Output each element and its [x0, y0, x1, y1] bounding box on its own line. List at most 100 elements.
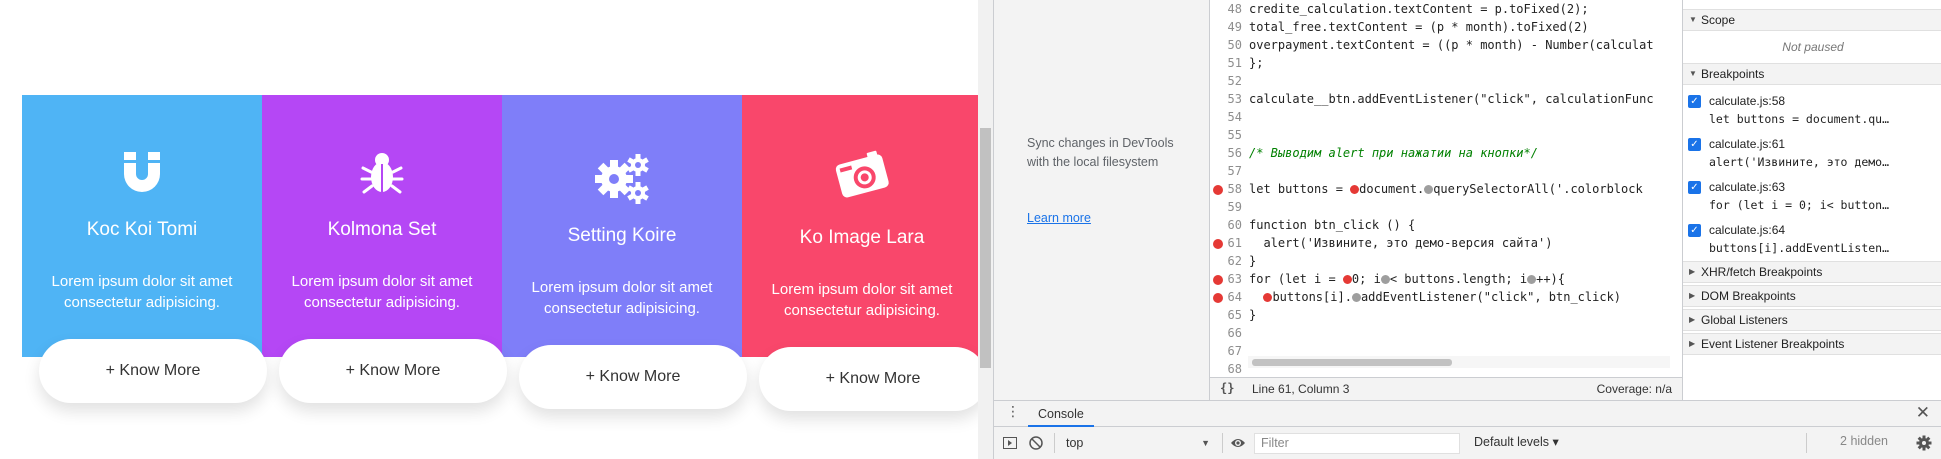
line-number[interactable]: 53	[1210, 90, 1242, 108]
breakpoint-checkbox[interactable]: ✓	[1688, 95, 1701, 108]
scope-section-header[interactable]: ▼ Scope	[1683, 9, 1941, 31]
line-number[interactable]: 67	[1210, 342, 1242, 360]
breakpoint-checkbox[interactable]: ✓	[1688, 224, 1701, 237]
feature-card-2: Kolmona Set Lorem ipsum dolor sit amet c…	[262, 95, 502, 357]
inline-breakpoint-icon[interactable]	[1424, 185, 1434, 194]
code-line[interactable]: 50 overpayment.textContent = ((p * month)…	[1210, 36, 1682, 54]
code-line[interactable]: 62}	[1210, 252, 1682, 270]
editor-hscroll-thumb[interactable]	[1252, 359, 1452, 366]
line-number[interactable]: 62	[1210, 252, 1242, 270]
breakpoint-location: calculate.js:58	[1709, 94, 1786, 108]
clear-console-icon[interactable]	[1028, 435, 1044, 451]
console-toolbar: top ▼ Filter Default levels ▾ 2 hidden	[994, 427, 1941, 459]
code-line[interactable]: 58 let buttons = document. querySelectorAl…	[1210, 180, 1682, 198]
section-label: Breakpoints	[1701, 67, 1765, 81]
code-line[interactable]: 57	[1210, 162, 1682, 180]
page-scrollbar-thumb[interactable]	[980, 128, 991, 368]
code-line[interactable]: 52	[1210, 72, 1682, 90]
filesystem-panel: Sync changes in DevTools with the local …	[994, 0, 1210, 400]
breakpoint-code: let buttons = document.qu…	[1709, 112, 1890, 126]
log-levels-dropdown[interactable]: Default levels ▾	[1474, 434, 1559, 449]
breakpoint-marker-icon[interactable]	[1213, 275, 1223, 285]
xhr-breakpoints-header[interactable]: ▶ XHR/fetch Breakpoints	[1683, 261, 1941, 283]
code-editor[interactable]: 48 credite_calculation.textContent = p.to…	[1210, 0, 1682, 377]
line-number[interactable]: 48	[1210, 0, 1242, 18]
breakpoint-item[interactable]: ✓ calculate.js:64 buttons[i].addEventLis…	[1683, 221, 1941, 263]
line-number[interactable]: 51	[1210, 54, 1242, 72]
breakpoint-location: calculate.js:63	[1709, 180, 1786, 194]
tab-console[interactable]: Console	[1028, 401, 1094, 427]
code-line[interactable]: 49 total_free.textContent = (p * month).t…	[1210, 18, 1682, 36]
line-number[interactable]: 66	[1210, 324, 1242, 342]
card-title: Kolmona Set	[327, 219, 437, 240]
eye-icon[interactable]	[1230, 435, 1246, 451]
code-line[interactable]: 54	[1210, 108, 1682, 126]
code-line[interactable]: 64 buttons[i]. addEventListener("click", …	[1210, 288, 1682, 306]
dom-breakpoints-header[interactable]: ▶ DOM Breakpoints	[1683, 285, 1941, 307]
code-line[interactable]: 59	[1210, 198, 1682, 216]
line-number[interactable]: 49	[1210, 18, 1242, 36]
line-number[interactable]: 68	[1210, 360, 1242, 377]
code-line[interactable]: 56 /* Выводим alert при нажатии на кнопки…	[1210, 144, 1682, 162]
line-number[interactable]: 59	[1210, 198, 1242, 216]
inline-breakpoint-icon[interactable]	[1263, 293, 1273, 302]
breakpoint-code: alert('Извините, это демо…	[1709, 155, 1890, 169]
global-listeners-header[interactable]: ▶ Global Listeners	[1683, 309, 1941, 331]
inline-breakpoint-icon[interactable]	[1342, 275, 1352, 284]
breakpoint-checkbox[interactable]: ✓	[1688, 181, 1701, 194]
code-text: credite_calculation.textContent = p.toFi…	[1249, 2, 1589, 16]
drawer-menu-icon[interactable]: ⋮	[1006, 404, 1020, 420]
context-selector[interactable]: top ▼	[1066, 433, 1214, 453]
breakpoint-item[interactable]: ✓ calculate.js:58 let buttons = document…	[1683, 92, 1941, 134]
code-line[interactable]: 53 calculate__btn.addEventListener("click…	[1210, 90, 1682, 108]
code-line[interactable]: 55	[1210, 126, 1682, 144]
breakpoint-item[interactable]: ✓ calculate.js:61 alert('Извините, это д…	[1683, 135, 1941, 177]
gear-icon[interactable]	[1916, 435, 1932, 451]
code-line[interactable]: 60 function btn_click () {	[1210, 216, 1682, 234]
line-number[interactable]: 54	[1210, 108, 1242, 126]
line-number[interactable]: 55	[1210, 126, 1242, 144]
breakpoint-item[interactable]: ✓ calculate.js:63 for (let i = 0; i< but…	[1683, 178, 1941, 220]
card-title: Ko Image Lara	[799, 227, 925, 248]
line-number[interactable]: 57	[1210, 162, 1242, 180]
line-number[interactable]: 56	[1210, 144, 1242, 162]
card-description: Lorem ipsum dolor sit amet consectetur a…	[531, 279, 713, 317]
know-more-button-1[interactable]: + Know More	[39, 339, 267, 403]
code-line[interactable]: 63 for (let i = 0; i < buttons.length; i ++…	[1210, 270, 1682, 288]
code-line[interactable]: 61 alert('Извините, это демо-версия сайт…	[1210, 234, 1682, 252]
breakpoint-marker-icon[interactable]	[1213, 185, 1223, 195]
code-text: alert('Извините, это демо-версия сайта')	[1249, 236, 1553, 250]
inline-breakpoint-icon[interactable]	[1527, 275, 1537, 284]
line-number[interactable]: 65	[1210, 306, 1242, 324]
breakpoint-marker-icon[interactable]	[1213, 293, 1223, 303]
pretty-print-button[interactable]: {}	[1220, 381, 1234, 395]
breakpoint-marker-icon[interactable]	[1213, 239, 1223, 249]
breakpoint-checkbox[interactable]: ✓	[1688, 138, 1701, 151]
line-number[interactable]: 52	[1210, 72, 1242, 90]
line-number[interactable]: 60	[1210, 216, 1242, 234]
breakpoints-section-header[interactable]: ▼ Breakpoints	[1683, 63, 1941, 85]
inline-breakpoint-icon[interactable]	[1380, 275, 1390, 284]
filter-input[interactable]: Filter	[1254, 433, 1460, 454]
page-scrollbar[interactable]	[978, 0, 993, 459]
inline-breakpoint-icon[interactable]	[1350, 185, 1360, 194]
card-description: Lorem ipsum dolor sit amet consectetur a…	[291, 273, 473, 311]
line-number[interactable]: 50	[1210, 36, 1242, 54]
code-line[interactable]: 51};	[1210, 54, 1682, 72]
close-icon[interactable]: ✕	[1916, 403, 1930, 423]
code-line[interactable]: 65}	[1210, 306, 1682, 324]
dropdown-arrow-icon: ▼	[1201, 438, 1210, 448]
learn-more-link[interactable]: Learn more	[1027, 211, 1091, 225]
event-listener-breakpoints-header[interactable]: ▶ Event Listener Breakpoints	[1683, 333, 1941, 355]
code-text: };	[1249, 56, 1264, 70]
inline-breakpoint-icon[interactable]	[1351, 293, 1361, 302]
code-line[interactable]: 66	[1210, 324, 1682, 342]
console-drawer-header: ⋮ Console ✕	[994, 400, 1941, 427]
sidebar-toggle-icon[interactable]	[1002, 435, 1018, 451]
code-line[interactable]: 48 credite_calculation.textContent = p.to…	[1210, 0, 1682, 18]
editor-horizontal-scrollbar[interactable]	[1248, 356, 1670, 368]
know-more-button-2[interactable]: + Know More	[279, 339, 507, 403]
know-more-button-4[interactable]: + Know More	[759, 347, 978, 411]
know-more-button-3[interactable]: + Know More	[519, 345, 747, 409]
feature-card-3: Setting Koire Lorem ipsum dolor sit amet…	[502, 95, 742, 357]
